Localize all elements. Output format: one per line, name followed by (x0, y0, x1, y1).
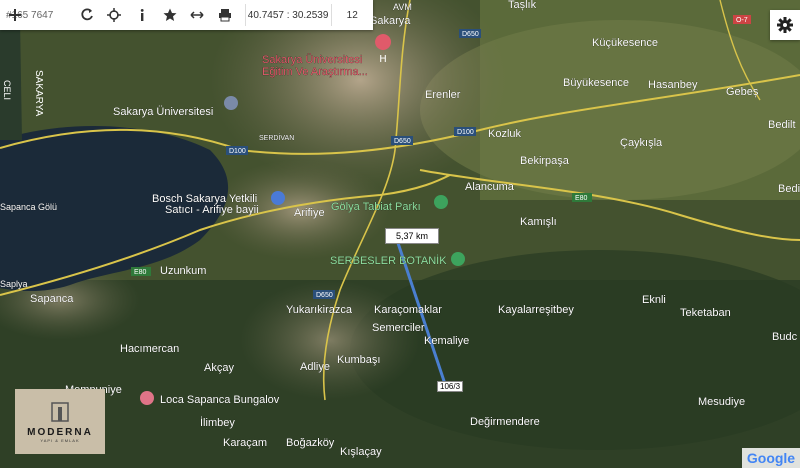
label-bedilt-2: Bedilt (778, 183, 800, 195)
label-sau-campus-line1: Sakarya Üniversitesi (262, 54, 362, 66)
label-adliye: Adliye (300, 361, 330, 373)
info-button[interactable] (128, 0, 156, 30)
plus-icon (9, 9, 21, 21)
botanic-pin-icon (451, 252, 465, 266)
label-bedilt: Bedilt (768, 119, 796, 131)
center-button[interactable] (101, 0, 129, 30)
park-pin-icon (434, 195, 448, 209)
bungalow-pin-icon (140, 391, 154, 405)
info-icon (140, 9, 144, 21)
svg-text:H: H (379, 54, 387, 65)
label-kislacay: Kışlaçay (340, 446, 382, 458)
brand-tagline: YAPI & EMLAK (40, 437, 80, 443)
label-sau-campus-line2: Eğitim Ve Araştırma... (262, 66, 368, 78)
svg-text:E80: E80 (575, 195, 588, 202)
svg-text:O-7: O-7 (736, 17, 748, 24)
label-mesudiye: Mesudiye (698, 396, 745, 408)
print-icon (218, 9, 231, 22)
settings-button[interactable] (770, 10, 800, 40)
svg-text:D650: D650 (394, 138, 411, 145)
svg-text:D100: D100 (229, 148, 246, 155)
label-avm: AVM (393, 2, 412, 12)
svg-text:D650: D650 (316, 292, 333, 299)
label-alancuma: Alancuma (465, 181, 515, 193)
label-yukarikirazca: Yukarıkirazca (286, 304, 353, 316)
label-bosch-line2: Satıcı - Arifiye bayii (165, 204, 259, 216)
zoom-level[interactable]: 12 (330, 4, 373, 26)
side-label-celi: CELI (2, 80, 12, 100)
label-caykisla: Çaykışla (620, 137, 663, 149)
label-budc: Budc (772, 331, 798, 343)
label-sakarya: Sakarya (370, 15, 411, 27)
road-d650-south: D650 (313, 290, 335, 299)
google-logo: Google (742, 448, 800, 468)
road-e80-west: E80 (131, 267, 151, 276)
label-serbesler: SERBESLER BOTANİK (330, 254, 447, 267)
measure-end-label: 106/3 (437, 381, 464, 392)
measure-button[interactable] (184, 0, 212, 30)
label-gebes: Gebeș (726, 86, 759, 98)
add-button[interactable] (8, 8, 22, 22)
road-d100-east: D100 (454, 127, 476, 136)
label-teketaban: Teketaban (680, 307, 731, 319)
road-o7: O-7 (733, 15, 751, 24)
svg-text:D650: D650 (462, 31, 479, 38)
moderna-logo: MODERNA YAPI & EMLAK (15, 389, 105, 454)
label-golya: Gölya Tabiat Parkı (331, 201, 421, 213)
svg-text:D100: D100 (457, 129, 474, 136)
gear-icon (777, 17, 793, 33)
label-eknli: Eknli (642, 294, 666, 306)
label-hacimercan: Hacımercan (120, 343, 179, 355)
label-kemaliye: Kemaliye (424, 335, 469, 347)
label-sapanca: Sapanca (30, 293, 74, 305)
print-button[interactable] (211, 0, 239, 30)
label-degirmendere: Değirmendere (470, 416, 540, 428)
label-arifiye: Arifiye (294, 207, 325, 219)
label-ilimbey: İlimbey (200, 416, 235, 429)
label-sapanca-golu: Sapanca Gölü (0, 202, 57, 212)
label-taslik: Tașlık (508, 0, 537, 11)
road-d100-west: D100 (226, 146, 248, 155)
side-label-sakarya: SAKARYA (33, 70, 44, 117)
label-bogazkoy: Boğazköy (286, 437, 335, 449)
label-kumbasi: Kumbaşı (337, 354, 380, 366)
label-bekirpasa: Bekirpaşa (520, 155, 570, 167)
refresh-icon (81, 8, 93, 21)
svg-text:E80: E80 (134, 269, 147, 276)
road-d650-north: D650 (459, 29, 481, 38)
label-semerciler: Semerciler (372, 322, 425, 334)
label-akcay: Akçay (204, 362, 234, 374)
bosch-pin-icon (271, 191, 285, 205)
label-hasanbey: Hasanbey (648, 79, 698, 91)
star-icon (163, 8, 177, 21)
label-loca: Loca Sapanca Bungalov (160, 394, 280, 406)
arrows-horizontal-icon (190, 11, 204, 19)
road-d650-center: D650 (391, 136, 413, 145)
label-karacam: Karaçam (223, 437, 267, 449)
label-kayalarresitbey: Kayalarreşitbey (498, 304, 574, 316)
label-karacomaklar: Karaçomaklar (374, 304, 442, 316)
university-pin-icon (224, 96, 238, 110)
label-saplya: Saplya (0, 279, 28, 289)
map-toolbar: #165 7647 40.7457 : 30.2539 12 (0, 0, 373, 30)
label-buyukesence: Büyükesence (563, 77, 629, 89)
building-logo-icon (51, 401, 69, 422)
label-uzunkum: Uzunkum (160, 265, 206, 277)
label-serdivan: SERDİVAN (259, 133, 294, 142)
label-erenler: Erenler (425, 89, 461, 101)
label-kucukesence: Küçükesence (592, 37, 658, 49)
brand-name: MODERNA (27, 426, 93, 438)
label-kozluk: Kozluk (488, 128, 522, 140)
label-sakarya-universitesi: Sakarya Üniversitesi (113, 106, 213, 118)
favorite-button[interactable] (156, 0, 184, 30)
distance-label: 5,37 km (385, 228, 440, 244)
crosshair-icon (107, 8, 122, 22)
coordinates-readout: 40.7457 : 30.2539 (244, 4, 331, 26)
label-kamisli: Kamışlı (520, 216, 557, 228)
road-e80-east: E80 (572, 193, 592, 202)
refresh-button[interactable] (73, 0, 101, 30)
